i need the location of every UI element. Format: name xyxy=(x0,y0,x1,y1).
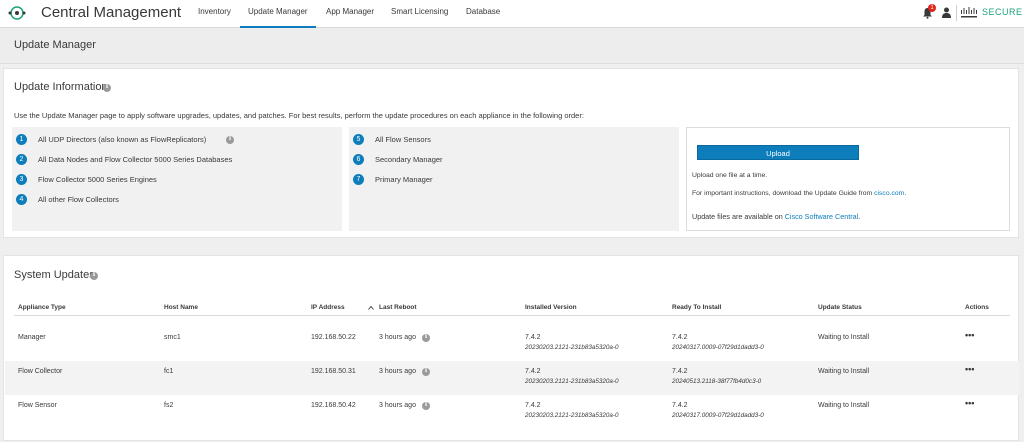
cell-installed-build: 20230203.2121-231b83a5320a-0 xyxy=(525,344,619,351)
cell-ready-version: 7.4.2 xyxy=(672,334,688,341)
software-central-prefix: Update files are available on xyxy=(692,212,785,221)
step-label: Secondary Manager xyxy=(375,155,443,164)
step-label: All Flow Sensors xyxy=(375,135,431,144)
user-profile-icon[interactable] xyxy=(942,7,951,18)
last-reboot-info-icon[interactable] xyxy=(422,367,430,376)
cell-update-status: Waiting to Install xyxy=(818,402,870,409)
nav-divider xyxy=(956,5,957,21)
column-header-ip-address[interactable]: IP Address xyxy=(311,304,345,311)
tab-app-manager[interactable]: App Manager xyxy=(326,7,374,16)
cell-last-reboot: 3 hours ago xyxy=(379,368,416,375)
column-header-ready-to-install[interactable]: Ready To Install xyxy=(672,304,721,311)
cell-ip-address: 192.168.50.42 xyxy=(311,402,356,409)
upload-button[interactable]: Upload xyxy=(697,145,859,160)
system-updates-info-icon[interactable] xyxy=(90,271,98,280)
upload-box: Upload Upload one file at a time. For im… xyxy=(686,127,1010,231)
cell-appliance-type: Manager xyxy=(18,334,46,341)
table-row: Flow Sensor fs2 192.168.50.42 3 hours ag… xyxy=(5,395,1019,429)
cell-ready-build: 20240513.2118-38f77fb4d0c3-0 xyxy=(672,378,762,385)
cisco-software-central-link[interactable]: Cisco Software Central xyxy=(785,212,859,221)
cell-ready-version: 7.4.2 xyxy=(672,402,688,409)
row-actions-menu-button[interactable]: ••• xyxy=(965,364,974,374)
step-number-badge: 6 xyxy=(353,154,364,165)
cell-host-name: fs2 xyxy=(164,402,174,409)
page-title: Update Manager xyxy=(14,39,96,51)
step-number-badge: 1 xyxy=(16,134,27,145)
step-label: All other Flow Collectors xyxy=(38,195,119,204)
update-information-title: Update Information xyxy=(14,81,108,93)
cell-ready-build: 20240317.0009-07f29d1dadd3-0 xyxy=(672,412,764,419)
update-information-info-icon[interactable] xyxy=(103,83,111,92)
sort-ascending-icon[interactable] xyxy=(368,305,374,311)
update-order-steps-left: 1 All UDP Directors (also known as FlowR… xyxy=(12,127,342,231)
cell-installed-version: 7.4.2 xyxy=(525,334,541,341)
step-label: All UDP Directors (also known as FlowRep… xyxy=(38,135,207,144)
cell-ready-version: 7.4.2 xyxy=(672,368,688,375)
udp-directors-info-icon[interactable] xyxy=(226,135,234,144)
cisco-com-link[interactable]: cisco.com xyxy=(874,190,904,197)
update-guide-prefix: For important instructions, download the… xyxy=(692,190,875,197)
brand-secure-wordmark: SECURE xyxy=(982,7,1023,17)
step-label: All Data Nodes and Flow Collector 5000 S… xyxy=(38,155,233,164)
cell-installed-version: 7.4.2 xyxy=(525,368,541,375)
tab-inventory[interactable]: Inventory xyxy=(198,7,231,16)
upload-one-file-text: Upload one file at a time. xyxy=(692,172,768,179)
update-information-panel: Update Information Use the Update Manage… xyxy=(3,68,1019,238)
last-reboot-info-icon[interactable] xyxy=(422,333,430,342)
update-guide-suffix: . xyxy=(904,190,907,197)
cell-update-status: Waiting to Install xyxy=(818,334,870,341)
column-header-actions: Actions xyxy=(965,304,989,311)
tab-update-manager[interactable]: Update Manager xyxy=(240,7,316,28)
step-label: Primary Manager xyxy=(375,175,433,184)
software-central-text: Update files are available on Cisco Soft… xyxy=(692,212,860,221)
cell-ip-address: 192.168.50.31 xyxy=(311,368,356,375)
software-central-suffix: . xyxy=(858,212,861,221)
notification-count-badge: 1 xyxy=(928,4,936,12)
column-header-last-reboot[interactable]: Last Reboot xyxy=(379,304,417,311)
table-row: Flow Collector fc1 192.168.50.31 3 hours… xyxy=(5,361,1019,395)
system-updates-panel: System Updates Appliance Type Host Name … xyxy=(3,255,1019,441)
step-number-badge: 3 xyxy=(16,174,27,185)
update-guide-text: For important instructions, download the… xyxy=(692,190,906,197)
top-navigation-bar: Central Management Inventory Update Mana… xyxy=(0,0,1024,28)
column-header-installed-version[interactable]: Installed Version xyxy=(525,304,577,311)
column-header-update-status[interactable]: Update Status xyxy=(818,304,862,311)
step-number-badge: 2 xyxy=(16,154,27,165)
last-reboot-info-icon[interactable] xyxy=(422,401,430,410)
app-title: Central Management xyxy=(41,4,182,21)
central-management-logo-icon[interactable] xyxy=(8,5,26,21)
system-updates-title: System Updates xyxy=(14,269,95,281)
cell-installed-build: 20230203.2121-231b83a5320a-0 xyxy=(525,412,619,419)
step-number-badge: 7 xyxy=(353,174,364,185)
page-header: Update Manager xyxy=(0,29,1024,64)
cell-host-name: fc1 xyxy=(164,368,174,375)
cell-last-reboot: 3 hours ago xyxy=(379,334,416,341)
column-header-host-name[interactable]: Host Name xyxy=(164,304,198,311)
cell-ready-build: 20240317.0009-07f29d1dadd3-0 xyxy=(672,344,764,351)
row-actions-menu-button[interactable]: ••• xyxy=(965,330,974,340)
cell-installed-version: 7.4.2 xyxy=(525,402,541,409)
step-number-badge: 5 xyxy=(353,134,364,145)
tab-database[interactable]: Database xyxy=(466,7,500,16)
table-row: Manager smc1 192.168.50.22 3 hours ago 7… xyxy=(5,327,1019,361)
column-header-appliance-type[interactable]: Appliance Type xyxy=(18,304,66,311)
cell-update-status: Waiting to Install xyxy=(818,368,870,375)
row-actions-menu-button[interactable]: ••• xyxy=(965,398,974,408)
cell-ip-address: 192.168.50.22 xyxy=(311,334,356,341)
cell-appliance-type: Flow Collector xyxy=(18,368,63,375)
cell-last-reboot: 3 hours ago xyxy=(379,402,416,409)
tab-smart-licensing[interactable]: Smart Licensing xyxy=(391,7,448,16)
step-label: Flow Collector 5000 Series Engines xyxy=(38,175,157,184)
cell-appliance-type: Flow Sensor xyxy=(18,402,57,409)
update-order-steps-right: 5 All Flow Sensors 6 Secondary Manager 7… xyxy=(349,127,679,231)
cell-installed-build: 20230203.2121-231b83a5320a-0 xyxy=(525,378,619,385)
cisco-logo-icon xyxy=(961,7,977,18)
update-information-intro: Use the Update Manager page to apply sof… xyxy=(14,111,584,120)
step-number-badge: 4 xyxy=(16,194,27,205)
cell-host-name: smc1 xyxy=(164,334,181,341)
table-header-divider xyxy=(14,315,1010,316)
